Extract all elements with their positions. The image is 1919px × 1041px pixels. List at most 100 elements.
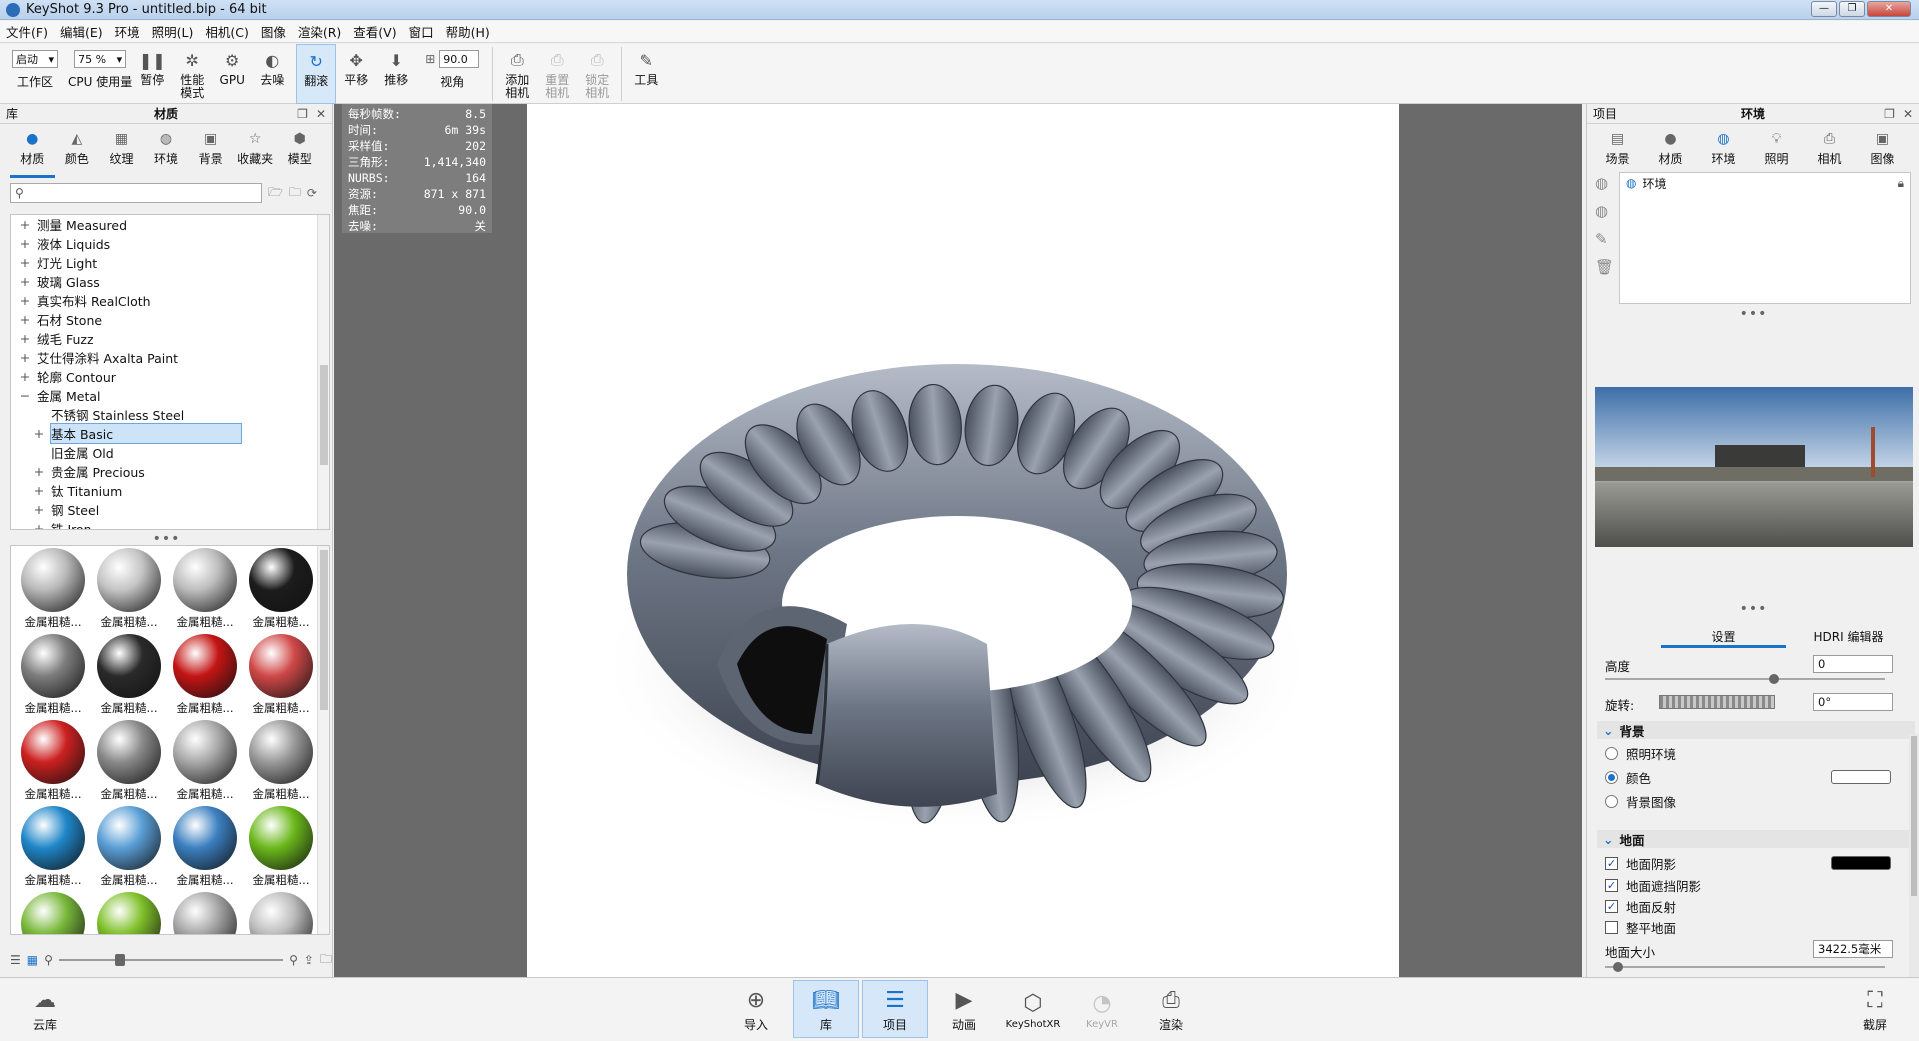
screenshot-button[interactable]: ⛶ 截屏 — [1842, 980, 1908, 1038]
tree-item[interactable]: + 轮廓 Contour — [11, 367, 329, 386]
menu-window[interactable]: 窗口 — [403, 22, 440, 41]
gpu-button[interactable]: ⚙ GPU — [212, 44, 252, 104]
float-panel-icon[interactable]: ❐ — [297, 107, 308, 121]
expand-toggle-icon[interactable]: + — [33, 464, 45, 479]
grid-view-icon[interactable]: ▦ — [27, 953, 38, 967]
float-panel-icon[interactable]: ❐ — [1884, 107, 1895, 121]
keyvr-button[interactable]: ◔ KeyVR — [1069, 980, 1135, 1038]
ground-size-input[interactable]: 3422.5毫米 — [1813, 940, 1893, 958]
tree-item[interactable]: + 钢 Steel — [11, 500, 329, 519]
expand-toggle-icon[interactable]: + — [19, 293, 31, 308]
expand-toggle-icon[interactable]: + — [33, 502, 45, 517]
performance-mode-button[interactable]: ✲ 性能 模式 — [172, 44, 212, 104]
reset-camera-button[interactable]: ⎙ 重置 相机 — [537, 44, 577, 104]
field-of-view-input[interactable]: 90.0 — [439, 50, 480, 68]
tab-colors[interactable]: ◭ 颜色 — [55, 130, 100, 178]
menu-view[interactable]: 查看(V) — [347, 22, 402, 41]
duplicate-environment-icon[interactable]: ◍ — [1595, 202, 1614, 220]
tumble-button[interactable]: ↻ 翻滚 — [296, 44, 337, 104]
height-slider[interactable] — [1605, 674, 1885, 684]
close-panel-icon[interactable]: ✕ — [1903, 107, 1913, 121]
tab-materials[interactable]: ● 材质 — [10, 130, 55, 178]
trash-icon[interactable]: 🗑︎ — [1595, 258, 1614, 276]
tab-scene[interactable]: ▤ 场景 — [1591, 130, 1644, 178]
checkbox[interactable]: ✓ — [1605, 879, 1618, 892]
tab-backplates[interactable]: ▣ 背景 — [188, 130, 233, 178]
menu-lighting[interactable]: 照明(L) — [146, 22, 200, 41]
checkbox[interactable]: ✓ — [1605, 857, 1618, 870]
hdri-preview[interactable] — [1595, 387, 1913, 547]
tab-camera[interactable]: ⎙ 相机 — [1803, 130, 1856, 178]
upload-icon[interactable]: ⇪ — [304, 953, 314, 967]
tab-textures[interactable]: ▦ 纹理 — [99, 130, 144, 178]
radio-button[interactable] — [1605, 747, 1618, 760]
tree-scrollbar[interactable] — [317, 215, 329, 529]
tab-settings[interactable]: 设置 — [1661, 628, 1786, 648]
material-thumbnail[interactable]: 金属粗糙... — [91, 548, 167, 633]
ground-reflections-option[interactable]: ✓ 地面反射 — [1605, 897, 1676, 916]
menu-file[interactable]: 文件(F) — [0, 22, 54, 41]
menu-edit[interactable]: 编辑(E) — [54, 22, 109, 41]
pan-button[interactable]: ✥ 平移 — [336, 44, 376, 104]
expand-toggle-icon[interactable]: + — [19, 369, 31, 384]
tree-item[interactable]: + 贵金属 Precious — [11, 462, 329, 481]
material-thumbnail[interactable]: 金属粗糙... — [167, 548, 243, 633]
expand-toggle-icon[interactable]: + — [19, 331, 31, 346]
background-section-header[interactable]: ⌄ 背景 — [1597, 721, 1915, 739]
lock-icon[interactable]: 🔒︎ — [1898, 176, 1904, 191]
project-panel-scrollbar[interactable] — [1909, 734, 1919, 977]
material-thumbnail[interactable]: 金属粗糙... — [15, 634, 91, 719]
keyshotxr-button[interactable]: ⬡ KeyShotXR — [1000, 980, 1066, 1038]
material-thumbnail[interactable]: 金属粗糙... — [167, 634, 243, 719]
menu-render[interactable]: 渲染(R) — [292, 22, 347, 41]
pause-button[interactable]: ❚❚ 暂停 — [132, 44, 172, 104]
workspace-select[interactable]: 启动 ▾ — [12, 50, 58, 68]
material-thumbnail[interactable] — [91, 892, 167, 934]
expand-toggle-icon[interactable]: + — [33, 426, 45, 441]
tree-item[interactable]: − 金属 Metal — [11, 386, 329, 405]
environment-list-item[interactable]: ◍ 环境 🔒︎ — [1620, 173, 1910, 193]
edit-environment-icon[interactable]: ✎ — [1595, 230, 1614, 248]
tab-hdri-editor[interactable]: HDRI 编辑器 — [1786, 628, 1911, 648]
material-thumbnail[interactable]: 金属粗糙... — [91, 806, 167, 891]
bg-option-color[interactable]: 颜色 — [1605, 768, 1651, 787]
tab-environments[interactable]: ◍ 环境 — [144, 130, 189, 178]
tree-item[interactable]: + 灯光 Light — [11, 253, 329, 272]
splitter-handle[interactable]: ••• — [1587, 307, 1919, 321]
tab-models[interactable]: ⬢ 模型 — [277, 130, 322, 178]
material-thumbnail[interactable] — [15, 892, 91, 934]
add-environment-icon[interactable]: ◍ — [1595, 174, 1614, 192]
thumbnail-scrollbar[interactable] — [317, 546, 329, 934]
tree-item[interactable]: + 艾仕得涂料 Axalta Paint — [11, 348, 329, 367]
material-thumbnail[interactable]: 金属粗糙... — [243, 806, 319, 891]
material-thumbnail[interactable]: 金属粗糙... — [15, 720, 91, 805]
tab-material[interactable]: ● 材质 — [1644, 130, 1697, 178]
cpu-usage-select[interactable]: 75 % ▾ — [74, 50, 127, 68]
expand-toggle-icon[interactable]: + — [19, 236, 31, 251]
thumbnail-size-slider[interactable] — [58, 954, 284, 966]
bg-option-backplate[interactable]: 背景图像 — [1605, 792, 1676, 811]
expand-toggle-icon[interactable]: − — [19, 388, 31, 403]
import-button[interactable]: ⊕ 导入 — [723, 980, 789, 1038]
library-search-input[interactable]: ⚲ — [10, 183, 262, 203]
close-panel-icon[interactable]: ✕ — [316, 107, 326, 121]
folder-icon[interactable]: 🗀 — [320, 950, 332, 971]
material-thumbnail[interactable]: 金属粗糙... — [243, 720, 319, 805]
radio-button[interactable] — [1605, 795, 1618, 808]
tools-button[interactable]: ✎ 工具 — [626, 44, 666, 104]
material-thumbnail[interactable] — [167, 892, 243, 934]
material-thumbnail[interactable]: 金属粗糙... — [243, 548, 319, 633]
tab-image[interactable]: ▣ 图像 — [1856, 130, 1909, 178]
menu-help[interactable]: 帮助(H) — [440, 22, 496, 41]
expand-toggle-icon[interactable]: + — [19, 217, 31, 232]
tree-item[interactable]: + 液体 Liquids — [11, 234, 329, 253]
expand-toggle-icon[interactable]: + — [19, 312, 31, 327]
checkbox[interactable]: ✓ — [1605, 900, 1618, 913]
material-thumbnail[interactable]: 金属粗糙... — [243, 634, 319, 719]
radio-button[interactable] — [1605, 771, 1618, 784]
material-thumbnail[interactable] — [243, 892, 319, 934]
project-button[interactable]: ☰ 项目 — [862, 980, 928, 1038]
animation-button[interactable]: ▶ 动画 — [931, 980, 997, 1038]
checkbox[interactable] — [1605, 921, 1618, 934]
background-color-swatch[interactable] — [1831, 770, 1891, 784]
